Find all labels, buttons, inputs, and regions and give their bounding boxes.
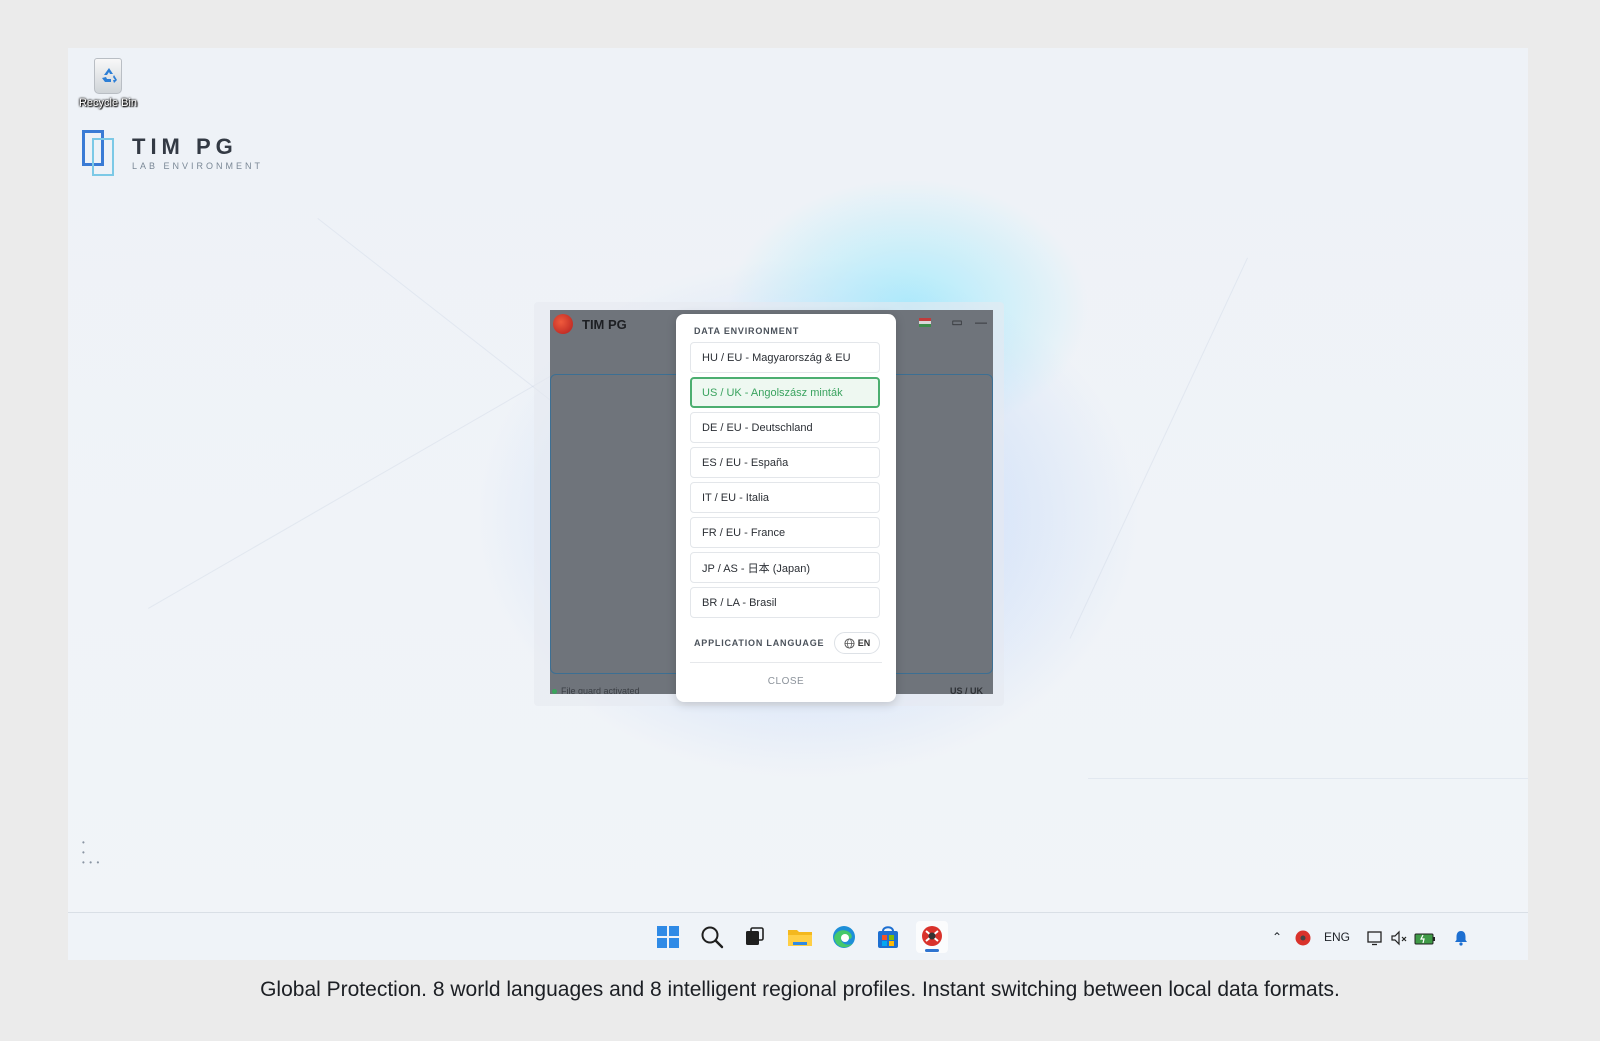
brand-subtitle: LAB ENVIRONMENT [132, 160, 264, 171]
file-explorer-icon[interactable] [784, 921, 816, 953]
language-row: APPLICATION LANGUAGE EN [694, 632, 880, 654]
language-value: EN [857, 638, 871, 648]
brand-title: TIM PG [132, 133, 238, 159]
taskbar: ⌃ ENG [68, 912, 1528, 960]
tray-timpg-icon[interactable] [1294, 913, 1312, 960]
environment-list: HU / EU - Magyarország & EU US / UK - An… [690, 342, 880, 622]
dialog-heading: DATA ENVIRONMENT [694, 326, 800, 336]
env-option-es[interactable]: ES / EU - España [690, 447, 880, 478]
active-app-indicator [925, 949, 939, 952]
task-view-icon[interactable] [738, 921, 770, 953]
maximize-icon[interactable]: ▭ [947, 314, 967, 330]
tray-display-icon[interactable] [1366, 913, 1384, 960]
brand-logo: TIM PG LAB ENVIRONMENT [82, 130, 263, 176]
env-option-jp[interactable]: JP / AS - 日本 (Japan) [690, 552, 880, 583]
flag-icon[interactable] [919, 318, 931, 327]
minimize-icon[interactable]: — [971, 314, 991, 330]
caption: Global Protection. 8 world languages and… [260, 978, 1340, 1001]
status-dot-icon [552, 689, 557, 694]
wallpaper-line [1069, 257, 1248, 639]
env-option-fr[interactable]: FR / EU - France [690, 517, 880, 548]
recycle-bin-icon [94, 58, 122, 94]
close-button[interactable]: CLOSE [676, 670, 896, 692]
edge-browser-icon[interactable] [828, 921, 860, 953]
tray-volume-icon[interactable] [1390, 913, 1408, 960]
tray-chevron-icon[interactable]: ⌃ [1272, 913, 1282, 960]
timpg-app-icon[interactable] [916, 921, 948, 953]
env-option-de[interactable]: DE / EU - Deutschland [690, 412, 880, 443]
recycle-bin-shortcut[interactable]: Recycle Bin [72, 58, 144, 109]
app-logo-icon [553, 314, 573, 334]
region-badge: US / UK [949, 686, 983, 694]
env-option-us-selected[interactable]: US / UK - Angolszász minták [690, 377, 880, 408]
app-status: File guard activated [552, 686, 640, 694]
notification-bell-icon[interactable] [1452, 913, 1470, 960]
desktop-dots: • • • • • [82, 838, 100, 867]
language-button[interactable]: EN [834, 632, 880, 654]
app-title: TIM PG [582, 317, 627, 332]
env-option-br[interactable]: BR / LA - Brasil [690, 587, 880, 618]
store-icon[interactable] [872, 921, 904, 953]
dialog-divider [690, 662, 882, 663]
tray-battery-icon[interactable] [1414, 913, 1436, 960]
language-label: APPLICATION LANGUAGE [694, 638, 825, 648]
wallpaper-line [1088, 778, 1528, 779]
tray-language[interactable]: ENG [1324, 913, 1350, 960]
wallpaper-line [148, 358, 582, 609]
brand-mark-icon [82, 130, 118, 176]
env-option-hu[interactable]: HU / EU - Magyarország & EU [690, 342, 880, 373]
env-option-it[interactable]: IT / EU - Italia [690, 482, 880, 513]
recycle-bin-label: Recycle Bin [78, 97, 138, 109]
search-icon[interactable] [696, 921, 728, 953]
desktop: Recycle Bin TIM PG LAB ENVIRONMENT TIM P… [68, 48, 1528, 960]
environment-dialog: DATA ENVIRONMENT HU / EU - Magyarország … [676, 314, 896, 702]
globe-icon [844, 637, 855, 649]
windows-start-icon[interactable] [652, 921, 684, 953]
status-text: File guard activated [561, 686, 640, 694]
